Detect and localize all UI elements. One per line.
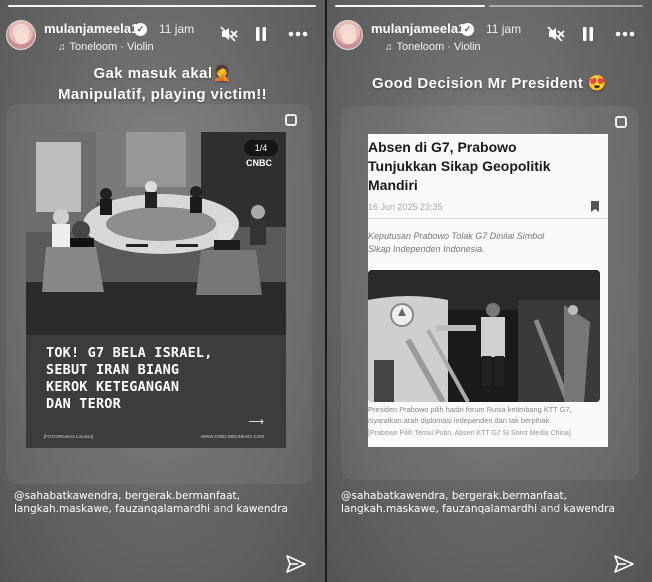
avatar[interactable]	[333, 20, 363, 50]
related-article-link[interactable]: [Prabowo Pilih Temui Putin, Absen KTT G7…	[368, 430, 608, 437]
story-caption-line-2: Manipulatif, playing victim!!	[57, 86, 268, 103]
mention-handles[interactable]: langkah.maskawe, fauzanqalamardhi	[341, 503, 537, 515]
story-caption: Good Decision Mr President 😍	[372, 75, 607, 92]
avatar[interactable]	[6, 20, 36, 50]
username[interactable]: mulanjameela1	[371, 21, 466, 36]
verified-badge-icon: ✓	[461, 23, 474, 36]
username[interactable]: mulanjameela1	[44, 21, 139, 36]
article-subtitle: Keputusan Prabowo Tolak G7 Dinilai Simbo…	[368, 231, 545, 254]
arrow-icon: ⟶	[248, 416, 264, 428]
story-left[interactable]: mulanjameela1 ✓ 11 jam ♫ Toneloom · Violi…	[0, 0, 325, 582]
divider	[368, 218, 608, 219]
mute-icon[interactable]	[220, 26, 238, 42]
music-note-icon: ♫	[58, 42, 66, 53]
music-note-icon: ♫	[385, 42, 393, 53]
mentions-line-2: langkah.maskawe, fauzanqalamardhi and ka…	[14, 503, 314, 516]
more-options-icon[interactable]	[288, 31, 308, 37]
source-url: WWW.CNBCINDONESIA.COM	[201, 434, 264, 439]
shared-post-card[interactable]: Absen di G7, Prabowo Tunjukkan Sikap Geo…	[368, 134, 608, 447]
send-icon[interactable]	[286, 555, 306, 573]
article-title: Absen di G7, Prabowo Tunjukkan Sikap Geo…	[368, 139, 551, 193]
mentions-line-1[interactable]: @sahabatkawendra, bergerak.bermanfaat,	[341, 490, 641, 503]
slide-indicator: 1/4	[244, 140, 278, 156]
more-options-icon[interactable]	[615, 31, 635, 37]
mention-tags: @sahabatkawendra, bergerak.bermanfaat, l…	[341, 490, 641, 516]
article-date: 16 Jun 2025 23:35	[368, 202, 443, 212]
post-time: 11 jam	[486, 22, 522, 36]
story-right[interactable]: mulanjameela1 ✓ 11 jam ♫ Toneloom · Violi…	[327, 0, 652, 582]
post-time: 11 jam	[159, 22, 195, 36]
mention-tags: @sahabatkawendra, bergerak.bermanfaat, l…	[14, 490, 314, 516]
mute-icon[interactable]	[547, 26, 565, 42]
mentions-line-2: langkah.maskawe, fauzanqalamardhi and ka…	[341, 503, 641, 516]
shared-post-card[interactable]: 1/4 CNBC TOK! G7 BELA ISRAEL, SEBUT IRAN…	[26, 132, 286, 448]
cnbc-logo: CNBC	[246, 158, 272, 168]
post-headline: TOK! G7 BELA ISRAEL, SEBUT IRAN BIANG KE…	[46, 345, 213, 412]
story-header: mulanjameela1 ✓ 11 jam ♫ Toneloom · Violi…	[333, 18, 646, 58]
audio-label[interactable]: ♫ Toneloom · Violin	[58, 41, 154, 53]
prabowo-airplane-photo	[368, 270, 600, 402]
audio-track: Toneloom · Violin	[69, 41, 154, 53]
story-caption-line-1: Gak masuk akal🤦	[93, 65, 232, 82]
mention-last[interactable]: kawendra	[564, 503, 615, 515]
photo-caption: Presiden Prabowo pilih hadiri forum Rusi…	[368, 405, 572, 425]
pause-icon[interactable]	[254, 26, 268, 42]
story-progress-bar	[8, 5, 316, 7]
carousel-icon	[615, 116, 627, 128]
bookmark-icon[interactable]	[590, 200, 600, 213]
mention-last[interactable]: kawendra	[237, 503, 288, 515]
pause-icon[interactable]	[581, 26, 595, 42]
audio-label[interactable]: ♫ Toneloom · Violin	[385, 41, 481, 53]
mention-and: and	[537, 503, 564, 515]
mention-and: and	[210, 503, 237, 515]
mention-handles[interactable]: langkah.maskawe, fauzanqalamardhi	[14, 503, 210, 515]
story-progress-bar-1	[335, 5, 485, 7]
mentions-line-1[interactable]: @sahabatkawendra, bergerak.bermanfaat,	[14, 490, 314, 503]
story-progress-bar-2	[489, 5, 643, 7]
send-icon[interactable]	[614, 555, 634, 573]
carousel-icon	[285, 114, 297, 126]
photo-credit: [FOTO/Reuters Lorusso]	[44, 434, 94, 439]
story-header: mulanjameela1 ✓ 11 jam ♫ Toneloom · Violi…	[6, 18, 319, 58]
verified-badge-icon: ✓	[134, 23, 147, 36]
audio-track: Toneloom · Violin	[396, 41, 481, 53]
